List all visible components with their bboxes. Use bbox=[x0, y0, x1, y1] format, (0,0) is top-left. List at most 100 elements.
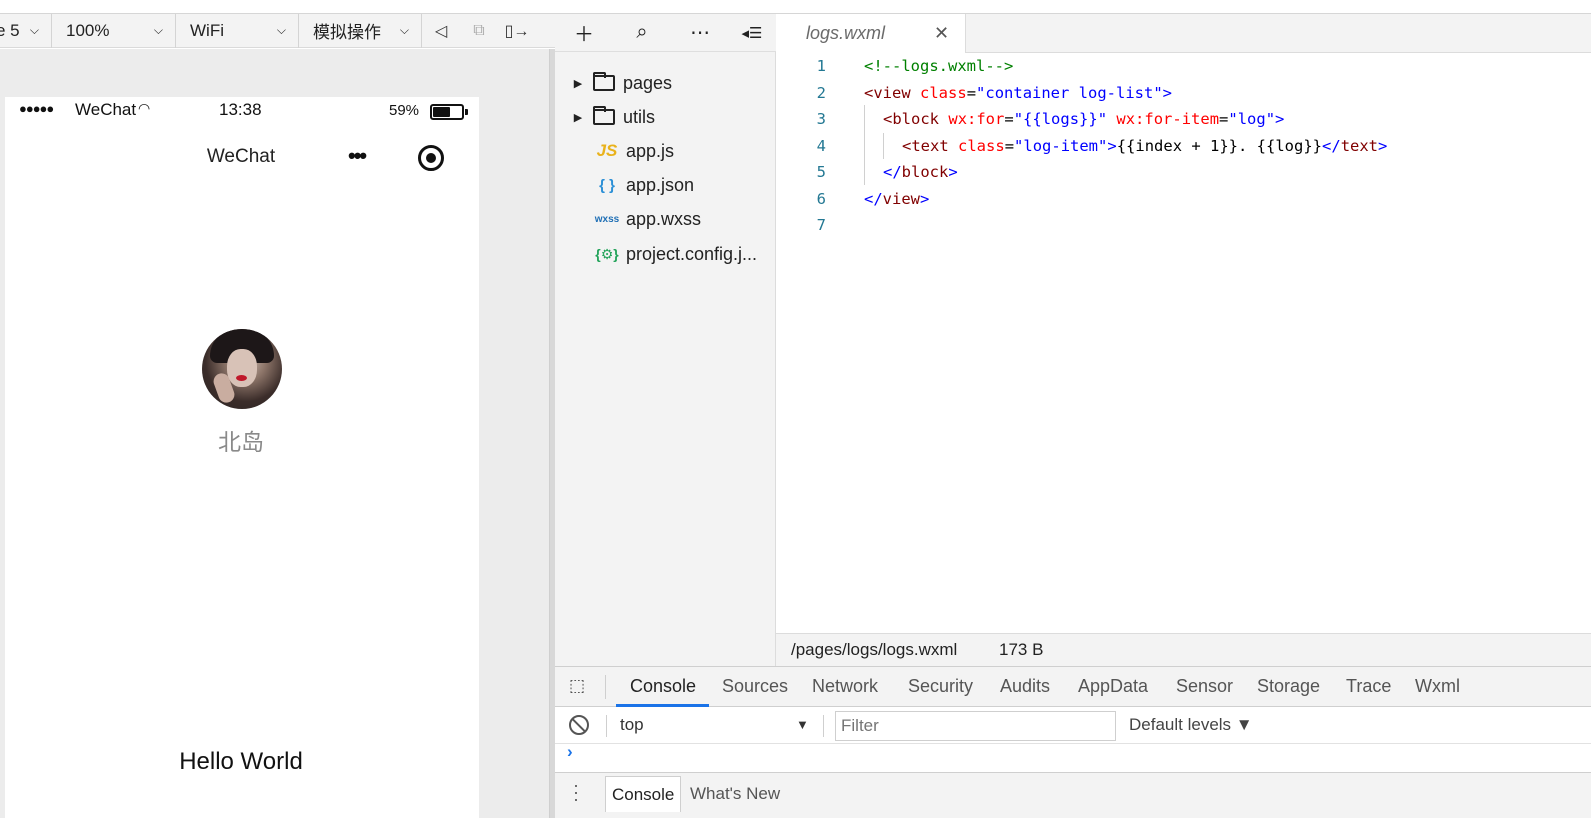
detach-icon[interactable]: ▯→ bbox=[498, 14, 536, 48]
code-text: </view> bbox=[864, 190, 929, 208]
line-number: 5 bbox=[816, 163, 826, 181]
tree-item-label: app.js bbox=[626, 140, 675, 161]
copy-icon[interactable]: ⧉ bbox=[460, 14, 498, 48]
folder-icon bbox=[593, 72, 615, 91]
token-value: "log-item" bbox=[1014, 137, 1108, 155]
search-icon[interactable]: ⌕ bbox=[613, 14, 671, 52]
expand-arrow-icon[interactable]: ▶ bbox=[567, 111, 589, 124]
token-punc: </ bbox=[1322, 137, 1341, 155]
devtools-drawer: · · · Console What's New bbox=[555, 773, 1591, 818]
token-attr: class bbox=[958, 137, 1005, 155]
expand-arrow-icon[interactable]: ▶ bbox=[567, 77, 589, 90]
nav-title: WeChat bbox=[206, 146, 276, 167]
tab-sensor[interactable]: Sensor bbox=[1176, 676, 1233, 697]
code-text: <text class="log-item">{{index + 1}}. {{… bbox=[902, 137, 1387, 155]
speaker-icon[interactable]: ◁ bbox=[422, 14, 460, 48]
tab-wxml[interactable]: Wxml bbox=[1415, 676, 1460, 697]
explorer-toolbar: ＋ ⌕ ⋯ ◂☰ bbox=[555, 14, 776, 52]
tab-network[interactable]: Network bbox=[812, 676, 878, 697]
tree-item-label: project.config.j... bbox=[626, 243, 758, 264]
file-size: 173 B bbox=[999, 640, 1044, 659]
token-punc: </ bbox=[864, 190, 883, 208]
console-prompt[interactable]: › bbox=[555, 742, 1591, 773]
token-content: {{index + 1}}. {{log}} bbox=[1116, 137, 1323, 155]
tree-file-app-wxss[interactable]: wxss app.wxss bbox=[555, 204, 776, 234]
tab-console[interactable]: Console bbox=[630, 676, 696, 697]
tab-storage[interactable]: Storage bbox=[1257, 676, 1320, 697]
token-tag: text bbox=[911, 137, 949, 155]
operation-select-value: 模拟操作 bbox=[313, 23, 381, 42]
close-miniprogram-icon[interactable] bbox=[418, 145, 444, 171]
context-select[interactable]: top bbox=[620, 715, 644, 735]
editor-status-bar: /pages/logs/logs.wxml 173 B bbox=[776, 633, 1591, 666]
drawer-tab-console[interactable]: Console bbox=[605, 776, 682, 812]
tree-file-app-json[interactable]: { } app.json bbox=[555, 170, 776, 200]
token-tag: view bbox=[882, 190, 920, 208]
chevron-down-icon: ⌵ bbox=[153, 23, 163, 37]
token-eq: = bbox=[966, 84, 977, 102]
tab-audits[interactable]: Audits bbox=[1000, 676, 1050, 697]
console-filter-input[interactable] bbox=[835, 711, 1116, 741]
editor-tab-bar: logs.wxml ✕ bbox=[776, 14, 1591, 53]
line-number: 1 bbox=[816, 57, 826, 75]
token-tag: view bbox=[873, 84, 911, 102]
editor-tab-logs-wxml[interactable]: logs.wxml ✕ bbox=[776, 14, 966, 53]
kebab-menu-icon[interactable]: · · · bbox=[573, 776, 579, 808]
log-levels-select[interactable]: Default levels ▼ bbox=[1129, 715, 1253, 735]
tree-item-label: pages bbox=[623, 72, 673, 93]
code-line: 6 </view> bbox=[776, 190, 1591, 216]
more-icon[interactable]: ••• bbox=[348, 143, 367, 169]
tab-sources[interactable]: Sources bbox=[722, 676, 788, 697]
token-tag: text bbox=[1340, 137, 1379, 155]
devtools-panel: ⬚ Console Sources Network Security Audit… bbox=[555, 666, 1591, 818]
token-punc: > bbox=[1378, 137, 1388, 155]
phone-screen: ●●●●● WeChat ◠ 13:38 59% WeChat ••• 北岛 H… bbox=[5, 97, 479, 818]
carrier-label: WeChat bbox=[75, 100, 137, 119]
device-select[interactable]: e 5 ⌵ bbox=[0, 13, 52, 48]
chevron-down-icon: ⌵ bbox=[29, 23, 39, 37]
operation-select[interactable]: 模拟操作 ⌵ bbox=[299, 13, 422, 48]
zoom-select[interactable]: 100% ⌵ bbox=[52, 13, 176, 48]
file-path: /pages/logs/logs.wxml bbox=[791, 640, 958, 659]
token-punc: > bbox=[920, 190, 930, 208]
token-attr: wx:for-item bbox=[1116, 110, 1220, 128]
phone-status-bar: ●●●●● WeChat ◠ 13:38 59% bbox=[5, 97, 479, 127]
tab-trace[interactable]: Trace bbox=[1346, 676, 1391, 697]
clear-console-icon[interactable] bbox=[569, 715, 589, 735]
token-punc: </ bbox=[883, 163, 902, 181]
network-select[interactable]: WiFi ⌵ bbox=[176, 13, 299, 48]
json-file-icon: { } bbox=[599, 176, 615, 194]
token-eq: = bbox=[1004, 137, 1015, 155]
code-line: 3 <block wx:for="{{logs}}" wx:for-item="… bbox=[776, 110, 1591, 136]
close-icon[interactable]: ✕ bbox=[934, 23, 949, 44]
tab-security[interactable]: Security bbox=[908, 676, 973, 697]
line-number: 6 bbox=[816, 190, 826, 208]
tree-file-app-js[interactable]: JS app.js bbox=[555, 136, 776, 166]
tree-file-project-config[interactable]: {⚙} project.config.j... bbox=[555, 239, 776, 269]
avatar[interactable] bbox=[202, 329, 282, 409]
code-editor[interactable]: 1 <!--logs.wxml--> 2 <view class="contai… bbox=[776, 53, 1591, 633]
tree-folder-utils[interactable]: ▶ utils bbox=[555, 102, 776, 132]
add-icon[interactable]: ＋ bbox=[555, 14, 613, 52]
devtools-tab-bar: ⬚ Console Sources Network Security Audit… bbox=[555, 667, 1591, 707]
more-icon[interactable]: ⋯ bbox=[671, 14, 729, 52]
tree-folder-pages[interactable]: ▶ pages bbox=[555, 68, 776, 98]
line-number: 7 bbox=[816, 216, 826, 234]
inspect-element-icon[interactable]: ⬚ bbox=[569, 676, 591, 698]
token-attr: class bbox=[920, 84, 967, 102]
prompt-caret-icon: › bbox=[567, 742, 573, 761]
token-value: "log" bbox=[1228, 110, 1276, 128]
editor-tab-label: logs.wxml bbox=[806, 23, 886, 43]
token-eq: = bbox=[1219, 110, 1229, 128]
tab-appdata[interactable]: AppData bbox=[1078, 676, 1148, 697]
collapse-icon[interactable]: ◂☰ bbox=[729, 14, 775, 52]
token-punc: < bbox=[864, 84, 874, 102]
divider bbox=[823, 715, 824, 737]
code-line: 4 <text class="log-item">{{index + 1}}. … bbox=[776, 137, 1591, 163]
avatar-face bbox=[227, 349, 257, 387]
divider bbox=[605, 675, 606, 699]
chevron-down-icon: ⌵ bbox=[276, 23, 286, 37]
dropdown-arrow-icon[interactable]: ▼ bbox=[796, 717, 809, 732]
signal-icon: ●●●●● bbox=[19, 101, 54, 116]
drawer-tab-whats-new[interactable]: What's New bbox=[684, 776, 786, 812]
